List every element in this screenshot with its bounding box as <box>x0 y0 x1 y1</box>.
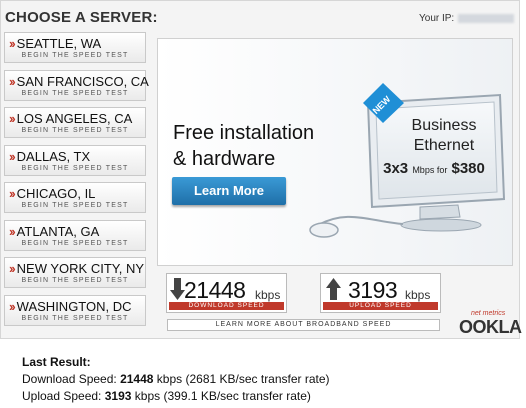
last-upload-suffix: kbps (399.1 KB/sec transfer rate) <box>134 389 311 403</box>
upload-label: UPLOAD SPEED <box>323 302 438 310</box>
monitor-text-ethernet: Ethernet <box>413 137 475 154</box>
server-city-label: NEW YORK CITY, NY <box>16 261 145 276</box>
offer-price: $380 <box>451 160 485 177</box>
ip-label: Your IP: <box>419 13 455 24</box>
server-city-label: SEATTLE, WA <box>16 36 102 51</box>
upload-arrow-icon <box>326 278 341 300</box>
last-upload-line: Upload Speed: 3193 kbps (399.1 KB/sec tr… <box>22 388 330 405</box>
upload-unit: kbps <box>405 288 431 302</box>
learn-broadband-link[interactable]: LEARN MORE ABOUT BROADBAND SPEED <box>167 319 440 331</box>
server-city-label: WASHINGTON, DC <box>16 298 132 314</box>
chevron-right-icon: ›› <box>9 148 16 164</box>
server-city-label: CHICAGO, IL <box>16 186 96 201</box>
begin-test-label: BEGIN THE SPEED TEST <box>21 314 129 322</box>
last-result: Last Result: Download Speed: 21448 kbps … <box>22 354 330 405</box>
net-metrics-label: net metrics <box>471 310 506 317</box>
server-new-york-button[interactable]: ›› NEW YORK CITY, NY BEGIN THE SPEED TEST <box>4 257 146 288</box>
monitor-offer: 3x3 Mbps for $380 <box>374 160 494 177</box>
ookla-logo: OOKLA <box>459 317 522 337</box>
chevron-right-icon: ›› <box>9 223 16 239</box>
server-dallas-button[interactable]: ›› DALLAS, TX BEGIN THE SPEED TEST <box>4 144 146 176</box>
server-city-label: DALLAS, TX <box>16 148 91 164</box>
begin-test-label: BEGIN THE SPEED TEST <box>21 164 129 172</box>
server-washington-button[interactable]: ›› WASHINGTON, DC BEGIN THE SPEED TEST <box>4 294 146 326</box>
ip-readout: Your IP: <box>419 13 515 24</box>
server-atlanta-button[interactable]: ›› ATLANTA, GA BEGIN THE SPEED TEST <box>4 219 146 251</box>
offer-mid: Mbps for <box>412 165 448 175</box>
offer-size: 3x3 <box>383 160 409 177</box>
chevron-right-icon: ›› <box>9 298 16 314</box>
chevron-right-icon: ›› <box>9 111 16 126</box>
upload-value: 3193 <box>348 277 398 303</box>
ip-redacted <box>458 13 515 23</box>
begin-test-label: BEGIN THE SPEED TEST <box>21 202 129 209</box>
learn-more-button[interactable]: Learn More <box>172 177 286 205</box>
download-speed-box: 21448 kbps DOWNLOAD SPEED <box>166 273 287 313</box>
last-download-value: 21448 <box>120 372 154 386</box>
monitor-text-business: Business <box>411 117 477 134</box>
server-city-label: LOS ANGELES, CA <box>16 111 133 126</box>
last-download-prefix: Download Speed: <box>22 372 117 386</box>
business-ethernet-ad[interactable]: NEW Free installation & hardware Learn M… <box>157 38 513 266</box>
begin-test-label: BEGIN THE SPEED TEST <box>21 239 129 247</box>
server-city-label: SAN FRANCISCO, CA <box>16 73 149 89</box>
begin-test-label: BEGIN THE SPEED TEST <box>21 127 129 134</box>
last-download-suffix: kbps (2681 KB/sec transfer rate) <box>156 372 330 386</box>
server-san-francisco-button[interactable]: ›› SAN FRANCISCO, CA BEGIN THE SPEED TEST <box>4 69 149 101</box>
begin-test-label: BEGIN THE SPEED TEST <box>21 52 129 59</box>
server-los-angeles-button[interactable]: ›› LOS ANGELES, CA BEGIN THE SPEED TEST <box>4 107 146 138</box>
ad-headline-line2: & hardware <box>173 148 276 170</box>
download-label: DOWNLOAD SPEED <box>169 302 284 310</box>
download-unit: kbps <box>255 288 281 302</box>
server-city-label: ATLANTA, GA <box>16 223 100 239</box>
last-download-line: Download Speed: 21448 kbps (2681 KB/sec … <box>22 371 330 388</box>
server-chicago-button[interactable]: ›› CHICAGO, IL BEGIN THE SPEED TEST <box>4 182 146 213</box>
last-result-title: Last Result: <box>22 355 91 369</box>
server-list: ›› SEATTLE, WA BEGIN THE SPEED TEST ›› SAN… <box>4 32 149 332</box>
choose-server-heading: CHOOSE A SERVER: <box>5 9 158 26</box>
speedtest-panel: CHOOSE A SERVER: ›› SEATTLE, WA BEGIN THE… <box>0 0 522 339</box>
last-upload-prefix: Upload Speed: <box>22 389 102 403</box>
chevron-right-icon: ›› <box>9 73 16 89</box>
download-value: 21448 <box>184 277 246 303</box>
chevron-right-icon: ›› <box>9 36 16 51</box>
download-arrow-icon <box>170 278 185 300</box>
last-upload-value: 3193 <box>104 389 132 403</box>
ad-headline-line1: Free installation <box>173 122 315 144</box>
begin-test-label: BEGIN THE SPEED TEST <box>21 89 129 97</box>
upload-speed-box: 3193 kbps UPLOAD SPEED <box>320 273 441 313</box>
begin-test-label: BEGIN THE SPEED TEST <box>21 277 129 284</box>
chevron-right-icon: ›› <box>9 186 16 201</box>
chevron-right-icon: ›› <box>9 261 16 276</box>
server-seattle-button[interactable]: ›› SEATTLE, WA BEGIN THE SPEED TEST <box>4 32 146 63</box>
